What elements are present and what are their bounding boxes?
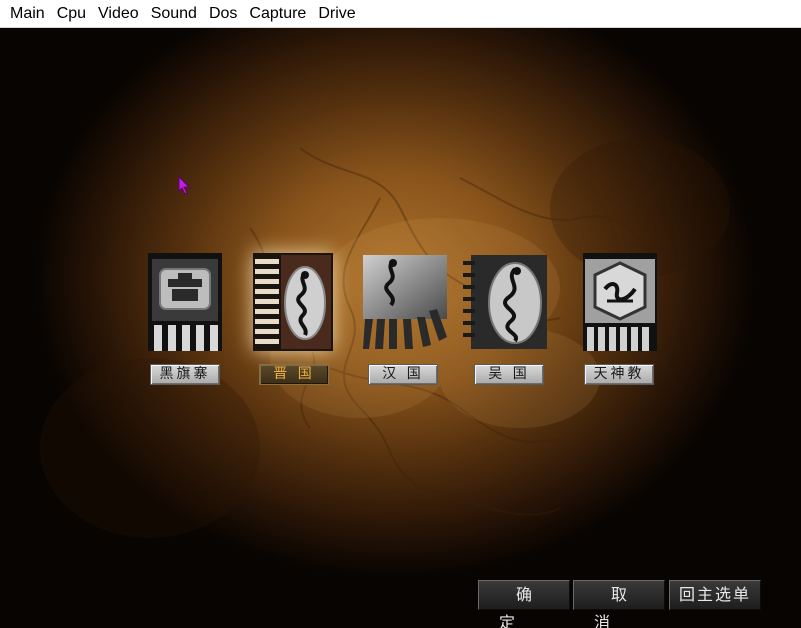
black-flag-fortress-emblem-icon [148, 253, 222, 351]
han-dragon-emblem-icon [363, 255, 447, 349]
dosbox-menubar: Main Cpu Video Sound Dos Capture Drive [0, 0, 801, 28]
faction-emblem-han[interactable] [363, 253, 447, 351]
menu-video[interactable]: Video [92, 0, 145, 28]
wu-dragon-emblem-icon [463, 255, 547, 349]
faction-emblem-wu[interactable] [463, 253, 547, 351]
menu-dos[interactable]: Dos [203, 0, 243, 28]
faction-label-wu[interactable]: 吴 国 [474, 364, 544, 385]
faction-emblem-tianshenjiao[interactable] [583, 253, 657, 351]
menu-sound[interactable]: Sound [145, 0, 203, 28]
faction-label-jin[interactable]: 晋 国 [259, 364, 329, 385]
mouse-cursor-icon [178, 176, 191, 195]
jin-dragon-emblem-icon [253, 253, 333, 351]
main-menu-button[interactable]: 回主选单 [669, 580, 761, 610]
menu-drive[interactable]: Drive [312, 0, 361, 28]
tianshen-sect-emblem-icon [583, 253, 657, 351]
faction-label-heiqizhai[interactable]: 黑旗寨 [150, 364, 220, 385]
faction-label-tianshenjiao[interactable]: 天神教 [584, 364, 654, 385]
faction-emblem-jin[interactable] [253, 253, 333, 351]
menu-cpu[interactable]: Cpu [51, 0, 92, 28]
faction-label-han[interactable]: 汉 国 [368, 364, 438, 385]
confirm-button[interactable]: 确定 [478, 580, 570, 628]
cancel-button[interactable]: 取消 [573, 580, 665, 628]
faction-emblem-heiqizhai[interactable] [148, 253, 222, 351]
menu-main[interactable]: Main [4, 0, 51, 28]
menu-capture[interactable]: Capture [243, 0, 312, 28]
game-screen: 黑旗寨 晋 国 汉 国 吴 国 天神教 确定 取消 回主选单 [0, 28, 801, 628]
